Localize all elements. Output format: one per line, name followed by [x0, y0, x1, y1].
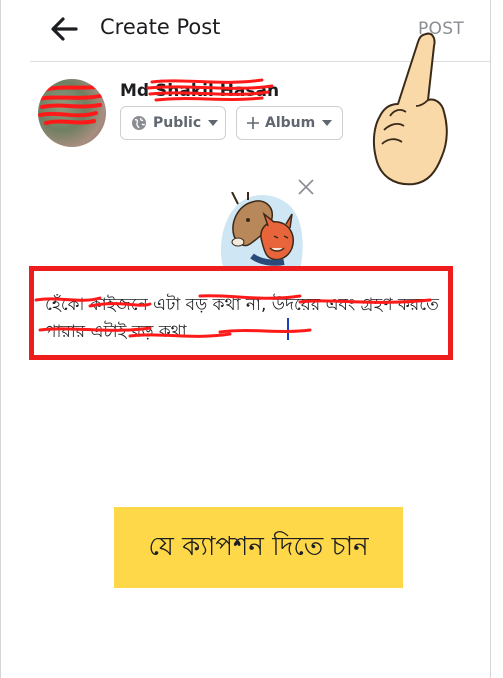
- album-label: Album: [265, 115, 316, 131]
- back-button[interactable]: [48, 14, 82, 44]
- post-text-input[interactable]: হেঁকো কাইজনে এটা বড় কথা না, উদয়ের এবং …: [45, 292, 440, 346]
- name-redaction: [146, 78, 274, 102]
- avatar[interactable]: [38, 79, 106, 147]
- left-border: [0, 0, 1, 678]
- page-title: Create Post: [100, 15, 221, 39]
- remove-sticker-button[interactable]: [296, 177, 316, 197]
- deer-fox-sticker: [220, 192, 303, 270]
- caption-banner: যে ক্যাপশন দিতে চান: [114, 507, 403, 588]
- text-cursor: [287, 318, 289, 340]
- globe-icon: [131, 115, 147, 131]
- caption-text: যে ক্যাপশন দিতে চান: [148, 531, 369, 562]
- caret-down-icon: [322, 120, 333, 126]
- avatar-redaction: [38, 85, 106, 125]
- privacy-label: Public: [153, 115, 202, 131]
- caret-down-icon: [208, 120, 219, 126]
- album-selector[interactable]: Album: [236, 106, 343, 140]
- plus-icon: [247, 117, 259, 129]
- pointing-hand-icon: [372, 32, 448, 186]
- arrow-left-icon: [51, 17, 78, 41]
- privacy-selector[interactable]: Public: [120, 106, 226, 140]
- right-border: [490, 0, 491, 678]
- close-icon: [298, 179, 314, 195]
